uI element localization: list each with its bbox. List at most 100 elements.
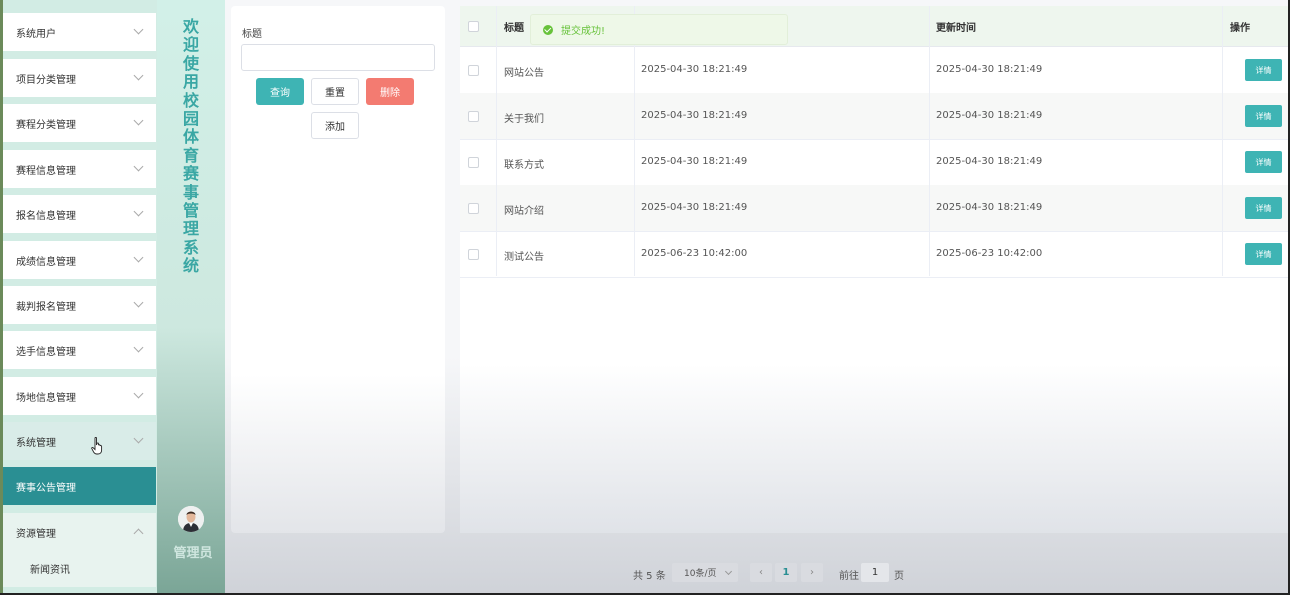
sidebar-item-system-users[interactable]: 系统用户 — [3, 13, 156, 51]
page-number-current[interactable]: 1 — [775, 563, 797, 582]
select-all-checkbox[interactable] — [468, 21, 479, 32]
sidebar-item-label: 赛事公告管理 — [16, 482, 76, 494]
sidebar-menu: 系统用户 项目分类管理 赛程分类管理 赛程信息管理 报名信息管理 成绩信息管理 … — [0, 0, 157, 595]
goto-page-input[interactable]: 1 — [861, 563, 889, 582]
row-checkbox[interactable] — [468, 65, 479, 76]
sidebar-item-label: 裁判报名管理 — [16, 301, 76, 313]
row-update-time: 2025-04-30 18:21:49 — [936, 64, 1043, 75]
column-divider — [929, 6, 930, 276]
chevron-up-icon — [133, 528, 144, 539]
sidebar-item-label: 赛程分类管理 — [16, 119, 76, 131]
sidebar-item-system-management[interactable]: 系统管理 — [3, 422, 156, 460]
row-update-time: 2025-06-23 10:42:00 — [936, 248, 1043, 259]
page-size-select[interactable]: 10条/页 — [672, 563, 738, 582]
table-row: 网站公告 2025-04-30 18:21:49 2025-04-30 18:2… — [460, 47, 1288, 94]
sidebar-item-scores[interactable]: 成绩信息管理 — [3, 241, 156, 279]
detail-button[interactable]: 详情 — [1245, 105, 1282, 127]
sidebar-item-referee-registration[interactable]: 裁判报名管理 — [3, 286, 156, 324]
row-create-time: 2025-06-23 10:42:00 — [641, 248, 748, 259]
row-update-time: 2025-04-30 18:21:49 — [936, 110, 1043, 121]
sidebar-item-venues[interactable]: 场地信息管理 — [3, 377, 156, 415]
row-checkbox[interactable] — [468, 111, 479, 122]
detail-button[interactable]: 详情 — [1245, 151, 1282, 173]
sidebar-subitem-label: 新闻资讯 — [30, 564, 70, 576]
user-role-label: 管理员 — [173, 546, 213, 561]
page-size-value: 10条/页 — [684, 569, 717, 579]
row-create-time: 2025-04-30 18:21:49 — [641, 202, 748, 213]
delete-button[interactable]: 删除 — [366, 78, 414, 105]
chevron-down-icon — [724, 567, 733, 576]
title-field-label: 标题 — [242, 29, 262, 40]
chevron-down-icon — [133, 206, 144, 217]
chevron-down-icon — [133, 388, 144, 399]
sidebar-item-label: 资源管理 — [16, 528, 56, 540]
query-button[interactable]: 查询 — [256, 78, 304, 105]
table-row: 关于我们 2025-04-30 18:21:49 2025-04-30 18:2… — [460, 93, 1288, 140]
row-checkbox[interactable] — [468, 203, 479, 214]
goto-label: 前往 — [839, 571, 859, 582]
row-update-time: 2025-04-30 18:21:49 — [936, 156, 1043, 167]
reset-button[interactable]: 重置 — [311, 78, 359, 105]
row-title: 网站公告 — [504, 68, 544, 79]
row-create-time: 2025-04-30 18:21:49 — [641, 110, 748, 121]
sidebar-item-players[interactable]: 选手信息管理 — [3, 331, 156, 369]
sidebar-item-label: 系统用户 — [16, 28, 56, 40]
sidebar-item-resources[interactable]: 资源管理 — [3, 513, 156, 551]
chevron-down-icon — [133, 24, 144, 35]
avatar[interactable] — [178, 506, 204, 532]
sidebar-item-schedule-category[interactable]: 赛程分类管理 — [3, 104, 156, 142]
sidebar-item-label: 选手信息管理 — [16, 346, 76, 358]
next-page-button[interactable]: › — [801, 563, 823, 582]
sidebar-item-label: 系统管理 — [16, 437, 56, 449]
row-title: 测试公告 — [504, 252, 544, 263]
welcome-text: 欢迎使用校园体育赛事管理系统 — [182, 17, 199, 276]
toast-message: 提交成功! — [561, 26, 606, 37]
chevron-down-icon — [133, 252, 144, 263]
column-divider — [1222, 6, 1223, 276]
chevron-down-icon — [133, 70, 144, 81]
announcement-table: 标题 更新时间 操作 网站公告 2025-04-30 18:21:49 2025… — [460, 6, 1288, 533]
sidebar-item-label: 项目分类管理 — [16, 74, 76, 86]
table-row: 测试公告 2025-06-23 10:42:00 2025-06-23 10:4… — [460, 231, 1288, 278]
add-button[interactable]: 添加 — [311, 112, 359, 139]
user-avatar-icon — [178, 506, 204, 532]
search-panel: 标题 查询 重置 删除 添加 — [231, 6, 445, 533]
table-row: 联系方式 2025-04-30 18:21:49 2025-04-30 18:2… — [460, 139, 1288, 186]
column-divider — [634, 6, 635, 276]
chevron-down-icon — [133, 161, 144, 172]
table-row: 网站介绍 2025-04-30 18:21:49 2025-04-30 18:2… — [460, 185, 1288, 232]
row-update-time: 2025-04-30 18:21:49 — [936, 202, 1043, 213]
detail-button[interactable]: 详情 — [1245, 243, 1282, 265]
sidebar-item-label: 场地信息管理 — [16, 392, 76, 404]
detail-button[interactable]: 详情 — [1245, 59, 1282, 81]
detail-button[interactable]: 详情 — [1245, 197, 1282, 219]
sidebar-item-label: 报名信息管理 — [16, 210, 76, 222]
row-title: 网站介绍 — [504, 206, 544, 217]
column-header-title: 标题 — [504, 23, 524, 34]
prev-page-button[interactable]: ‹ — [750, 563, 772, 582]
page-unit-label: 页 — [894, 571, 904, 582]
success-toast: 提交成功! — [530, 14, 788, 45]
sidebar-subitem-news[interactable]: 新闻资讯 — [3, 549, 156, 587]
pagination-total: 共 5 条 — [633, 571, 666, 582]
row-create-time: 2025-04-30 18:21:49 — [641, 156, 748, 167]
row-title: 联系方式 — [504, 160, 544, 171]
check-circle-icon — [543, 24, 553, 35]
sidebar-item-registration[interactable]: 报名信息管理 — [3, 195, 156, 233]
chevron-down-icon — [133, 433, 144, 444]
title-search-input[interactable] — [241, 44, 435, 71]
sidebar-item-schedule-info[interactable]: 赛程信息管理 — [3, 150, 156, 188]
mouse-cursor-hand-icon — [91, 437, 103, 455]
chevron-down-icon — [133, 115, 144, 126]
row-checkbox[interactable] — [468, 249, 479, 260]
chevron-down-icon — [133, 297, 144, 308]
sidebar-item-label: 成绩信息管理 — [16, 256, 76, 268]
row-create-time: 2025-04-30 18:21:49 — [641, 64, 748, 75]
sidebar-item-event-announcements[interactable]: 赛事公告管理 — [3, 467, 156, 505]
chevron-down-icon — [133, 342, 144, 353]
sidebar-item-project-category[interactable]: 项目分类管理 — [3, 59, 156, 97]
sidebar-item-label: 赛程信息管理 — [16, 165, 76, 177]
column-header-action: 操作 — [1230, 23, 1250, 34]
row-checkbox[interactable] — [468, 157, 479, 168]
column-divider — [496, 6, 497, 276]
